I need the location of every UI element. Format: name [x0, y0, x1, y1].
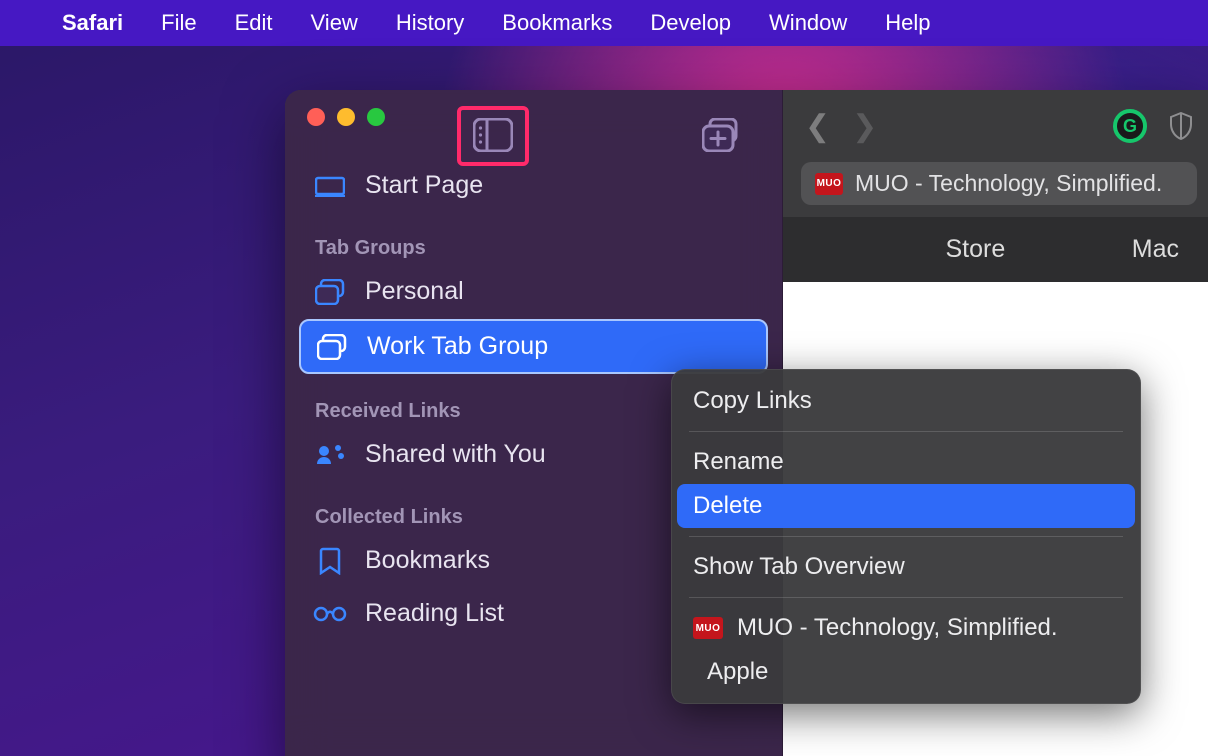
- tab-bar: MUO MUO - Technology, Simplified.: [783, 162, 1208, 217]
- menu-item-edit[interactable]: Edit: [235, 10, 273, 36]
- sidebar-tabgroup-personal[interactable]: Personal: [299, 266, 768, 317]
- sidebar-toggle-button[interactable]: [473, 118, 513, 152]
- tab-favicon: MUO: [815, 173, 843, 195]
- browser-tab[interactable]: MUO MUO - Technology, Simplified.: [801, 162, 1197, 205]
- back-button[interactable]: ❮: [805, 109, 830, 144]
- window-minimize-button[interactable]: [337, 108, 355, 126]
- sidebar-tabgroup-label: Personal: [365, 274, 464, 309]
- menu-app-name[interactable]: Safari: [62, 10, 123, 36]
- sidebar-tabgroup-work[interactable]: Work Tab Group: [299, 319, 768, 374]
- privacy-shield-icon[interactable]: [1169, 112, 1193, 140]
- menu-item-bookmarks[interactable]: Bookmarks: [502, 10, 612, 36]
- context-menu-item-label: Delete: [693, 492, 762, 520]
- menu-item-window[interactable]: Window: [769, 10, 847, 36]
- menu-item-file[interactable]: File: [161, 10, 196, 36]
- tab-group-icon: [313, 279, 347, 305]
- menu-item-develop[interactable]: Develop: [650, 10, 731, 36]
- new-tab-group-button[interactable]: [702, 118, 742, 152]
- sidebar-start-page-label: Start Page: [365, 168, 483, 203]
- menu-item-history[interactable]: History: [396, 10, 464, 36]
- tab-title: MUO - Technology, Simplified.: [855, 170, 1162, 197]
- site-nav-mac[interactable]: Mac: [1132, 235, 1179, 264]
- context-menu-link-label: Apple: [707, 658, 768, 686]
- sidebar-bookmarks-label: Bookmarks: [365, 543, 490, 578]
- bookmark-icon: [313, 547, 347, 575]
- menu-bar: Safari File Edit View History Bookmarks …: [0, 0, 1208, 46]
- sidebar-section-tab-groups: Tab Groups: [299, 213, 768, 264]
- browser-toolbar: ❮ ❯ G: [783, 90, 1208, 162]
- context-menu-copy-links[interactable]: Copy Links: [671, 379, 1141, 423]
- link-favicon-icon: MUO: [693, 617, 723, 639]
- menu-item-view[interactable]: View: [311, 10, 358, 36]
- start-page-icon: [313, 175, 347, 197]
- context-menu-link[interactable]: Apple: [671, 650, 1141, 694]
- context-menu-link-label: MUO - Technology, Simplified.: [737, 614, 1058, 642]
- tab-group-icon: [315, 334, 349, 360]
- context-menu-rename[interactable]: Rename: [671, 440, 1141, 484]
- context-menu-item-label: Show Tab Overview: [693, 553, 905, 581]
- context-menu-item-label: Copy Links: [693, 387, 812, 415]
- shared-with-you-icon: [313, 444, 347, 466]
- context-menu-item-label: Rename: [693, 448, 784, 476]
- tab-group-context-menu: Copy Links Rename Delete Show Tab Overvi…: [671, 369, 1141, 704]
- window-zoom-button[interactable]: [367, 108, 385, 126]
- menu-separator: [689, 597, 1123, 598]
- context-menu-delete[interactable]: Delete: [677, 484, 1135, 528]
- grammarly-extension-icon[interactable]: G: [1113, 109, 1147, 143]
- sidebar-reading-list-label: Reading List: [365, 596, 504, 631]
- window-close-button[interactable]: [307, 108, 325, 126]
- menu-separator: [689, 536, 1123, 537]
- forward-button[interactable]: ❯: [852, 109, 877, 144]
- website-nav-bar: Store Mac: [783, 217, 1208, 282]
- site-nav-store[interactable]: Store: [946, 235, 1006, 264]
- menu-item-help[interactable]: Help: [885, 10, 930, 36]
- sidebar-shared-label: Shared with You: [365, 437, 546, 472]
- window-traffic-lights: [307, 108, 385, 126]
- sidebar-tabgroup-label: Work Tab Group: [367, 329, 548, 364]
- sidebar-start-page[interactable]: Start Page: [299, 160, 768, 211]
- context-menu-show-tab-overview[interactable]: Show Tab Overview: [671, 545, 1141, 589]
- reading-list-icon: [313, 605, 347, 623]
- menu-separator: [689, 431, 1123, 432]
- context-menu-link[interactable]: MUO MUO - Technology, Simplified.: [671, 606, 1141, 650]
